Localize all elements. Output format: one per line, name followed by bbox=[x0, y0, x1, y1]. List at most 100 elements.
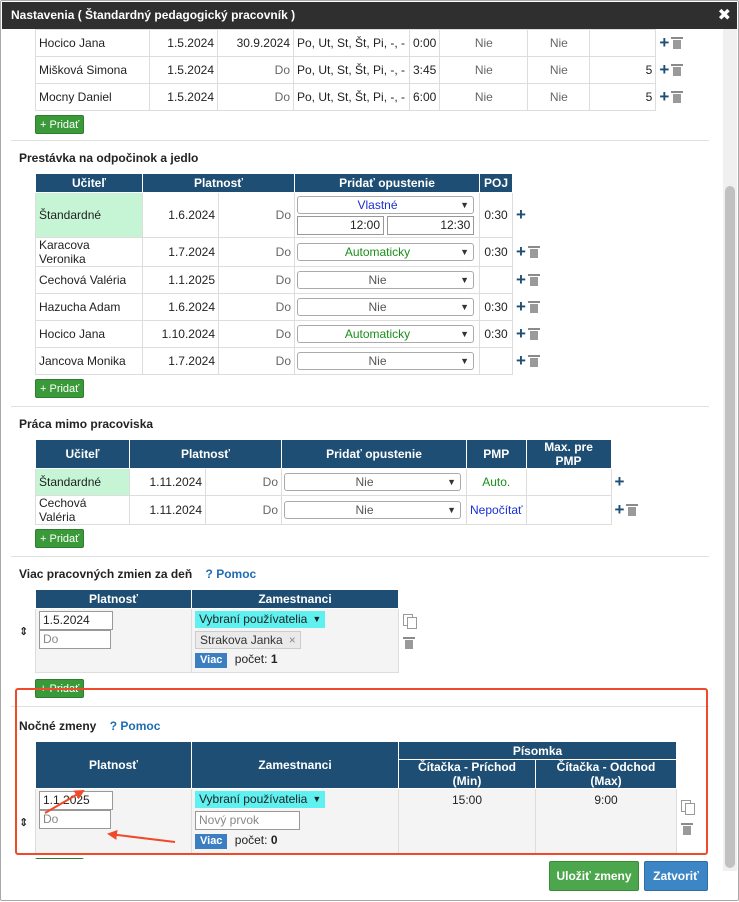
valid-to: Do bbox=[218, 266, 295, 294]
sort-icon[interactable]: ⇕ bbox=[19, 625, 35, 638]
trash-icon[interactable] bbox=[671, 36, 684, 49]
select-value: Nie bbox=[355, 503, 374, 517]
exit-select[interactable]: Nie ▼ bbox=[297, 352, 474, 370]
valid-from: 1.6.2024 bbox=[142, 293, 219, 321]
valid-to: Do bbox=[217, 83, 294, 111]
remove-tag-icon[interactable]: × bbox=[289, 633, 296, 647]
table-row: Cechová Valéria 1.1.2025 Do Nie ▼ + bbox=[35, 266, 543, 294]
poj-value: 0:30 bbox=[478, 293, 514, 321]
trash-icon[interactable] bbox=[403, 636, 415, 649]
multi-row-actions bbox=[403, 613, 417, 649]
close-icon[interactable]: ✖ bbox=[718, 2, 731, 29]
time-from-input[interactable]: 12:00 bbox=[297, 215, 384, 235]
trash-icon[interactable] bbox=[527, 327, 540, 340]
row-actions: + bbox=[513, 193, 543, 238]
users-select[interactable]: Vybraní používatelia ▼ bbox=[195, 611, 326, 628]
time-to-input[interactable]: 12:30 bbox=[387, 215, 475, 235]
count-label: počet: bbox=[234, 652, 268, 666]
chevron-down-icon: ▼ bbox=[312, 614, 322, 624]
copy-icon[interactable] bbox=[403, 613, 417, 629]
count-value: 5 bbox=[589, 83, 657, 111]
select-value: Automaticky bbox=[344, 327, 411, 341]
exit-select[interactable]: Automaticky ▼ bbox=[297, 243, 474, 261]
exit-select[interactable]: Nie ▼ bbox=[297, 298, 474, 316]
users-select[interactable]: Vybraní používatelia ▼ bbox=[195, 791, 326, 808]
copy-icon[interactable] bbox=[681, 800, 695, 815]
employees-cell: Vybraní používatelia ▼ Strakova Janka × V… bbox=[191, 608, 399, 673]
exit-select[interactable]: Nie ▼ bbox=[284, 501, 461, 519]
section-title: Viac pracovných zmien za deň bbox=[19, 567, 193, 581]
exit-select[interactable]: Nie ▼ bbox=[284, 473, 461, 491]
exit-select[interactable]: Nie ▼ bbox=[297, 271, 474, 289]
exit-cell: Nie ▼ bbox=[294, 347, 480, 375]
trash-icon[interactable] bbox=[527, 273, 540, 286]
plus-icon[interactable]: + bbox=[659, 87, 669, 106]
teacher-name: Mišková Simona bbox=[35, 56, 150, 84]
max-pmp-value bbox=[525, 495, 612, 525]
column-header: Zamestnanci bbox=[191, 741, 399, 789]
exit-cell: Automaticky ▼ bbox=[294, 320, 480, 348]
select-value: Vybraní používatelia bbox=[199, 612, 308, 626]
valid-from-input[interactable]: 1.1.2025 bbox=[39, 791, 113, 810]
trash-icon[interactable] bbox=[671, 90, 684, 103]
trash-icon[interactable] bbox=[527, 354, 540, 367]
trash-icon[interactable] bbox=[527, 245, 540, 258]
sort-icon[interactable]: ⇕ bbox=[19, 816, 35, 829]
teacher-name: Cechová Valéria bbox=[35, 266, 143, 294]
help-link[interactable]: ? Pomoc bbox=[110, 719, 161, 733]
add-button[interactable]: + Pridať bbox=[35, 529, 85, 548]
table-row: Hocico Jana 1.10.2024 Do Automaticky ▼ 0:30 + bbox=[35, 320, 543, 348]
teacher-name: Štandardné bbox=[35, 468, 130, 496]
exit-cell: Automaticky ▼ bbox=[294, 237, 480, 267]
more-button[interactable]: Viac bbox=[195, 653, 228, 668]
more-button[interactable]: Viac bbox=[195, 834, 228, 849]
exit-cell: Nie ▼ bbox=[294, 266, 480, 294]
column-header: Platnosť bbox=[35, 589, 192, 609]
valid-to: Do bbox=[205, 495, 282, 525]
row-actions: + bbox=[513, 348, 543, 375]
plus-icon[interactable]: + bbox=[516, 205, 526, 224]
plus-icon[interactable]: + bbox=[516, 242, 526, 261]
scrollbar[interactable] bbox=[723, 29, 737, 871]
column-header: POJ bbox=[478, 173, 514, 193]
valid-from-input[interactable]: 1.5.2024 bbox=[39, 611, 113, 630]
add-button[interactable]: + Pridať bbox=[35, 379, 85, 398]
plus-icon[interactable]: + bbox=[615, 472, 625, 491]
trash-icon[interactable] bbox=[527, 300, 540, 313]
valid-to-input[interactable]: Do bbox=[39, 630, 111, 649]
plus-icon[interactable]: + bbox=[659, 33, 669, 52]
help-link[interactable]: ? Pomoc bbox=[206, 567, 257, 581]
help-label: Pomoc bbox=[120, 719, 161, 733]
scrollbar-thumb[interactable] bbox=[725, 186, 735, 868]
plus-icon[interactable]: + bbox=[516, 351, 526, 370]
section-title: Práca mimo pracoviska bbox=[19, 417, 154, 431]
trash-icon[interactable] bbox=[681, 823, 693, 835]
count-value: 5 bbox=[589, 56, 657, 84]
table-row: 1.5.2024 Do Vybraní používatelia ▼ Strak… bbox=[35, 608, 399, 673]
chevron-down-icon: ▼ bbox=[460, 275, 469, 285]
plus-icon[interactable]: + bbox=[659, 60, 669, 79]
tag-label: Strakova Janka bbox=[200, 633, 283, 647]
plus-icon[interactable]: + bbox=[516, 324, 526, 343]
valid-to-input[interactable]: Do bbox=[39, 810, 111, 829]
close-button[interactable]: Zatvoriť bbox=[644, 861, 708, 891]
plus-icon[interactable]: + bbox=[516, 297, 526, 316]
trash-icon[interactable] bbox=[671, 63, 684, 76]
exit-cell: Nie ▼ bbox=[294, 293, 480, 321]
new-item-input[interactable]: Nový prvok bbox=[195, 811, 300, 830]
column-header: Čítačka - Príchod (Min) bbox=[398, 759, 536, 789]
plus-icon[interactable]: + bbox=[516, 270, 526, 289]
help-label: Pomoc bbox=[216, 567, 257, 581]
add-button[interactable]: + Pridať bbox=[35, 679, 85, 698]
exit-cell: Nie ▼ bbox=[281, 468, 467, 496]
multiple-shifts-table: Platnosť Zamestnanci 1.5.2024 Do Vybraní… bbox=[35, 589, 399, 673]
trash-icon[interactable] bbox=[626, 503, 639, 516]
chevron-down-icon: ▼ bbox=[447, 505, 456, 515]
table-row: Štandardné 1.11.2024 Do Nie ▼ Auto. + bbox=[35, 468, 641, 496]
save-button[interactable]: Uložiť zmeny bbox=[549, 861, 639, 891]
exit-select[interactable]: Vlastné ▼ bbox=[297, 195, 474, 214]
dialog-title: Nastavenia ( Štandardný pedagogický prac… bbox=[11, 8, 296, 22]
add-button[interactable]: + Pridať bbox=[35, 115, 85, 134]
exit-select[interactable]: Automaticky ▼ bbox=[297, 325, 474, 343]
plus-icon[interactable]: + bbox=[615, 500, 625, 519]
